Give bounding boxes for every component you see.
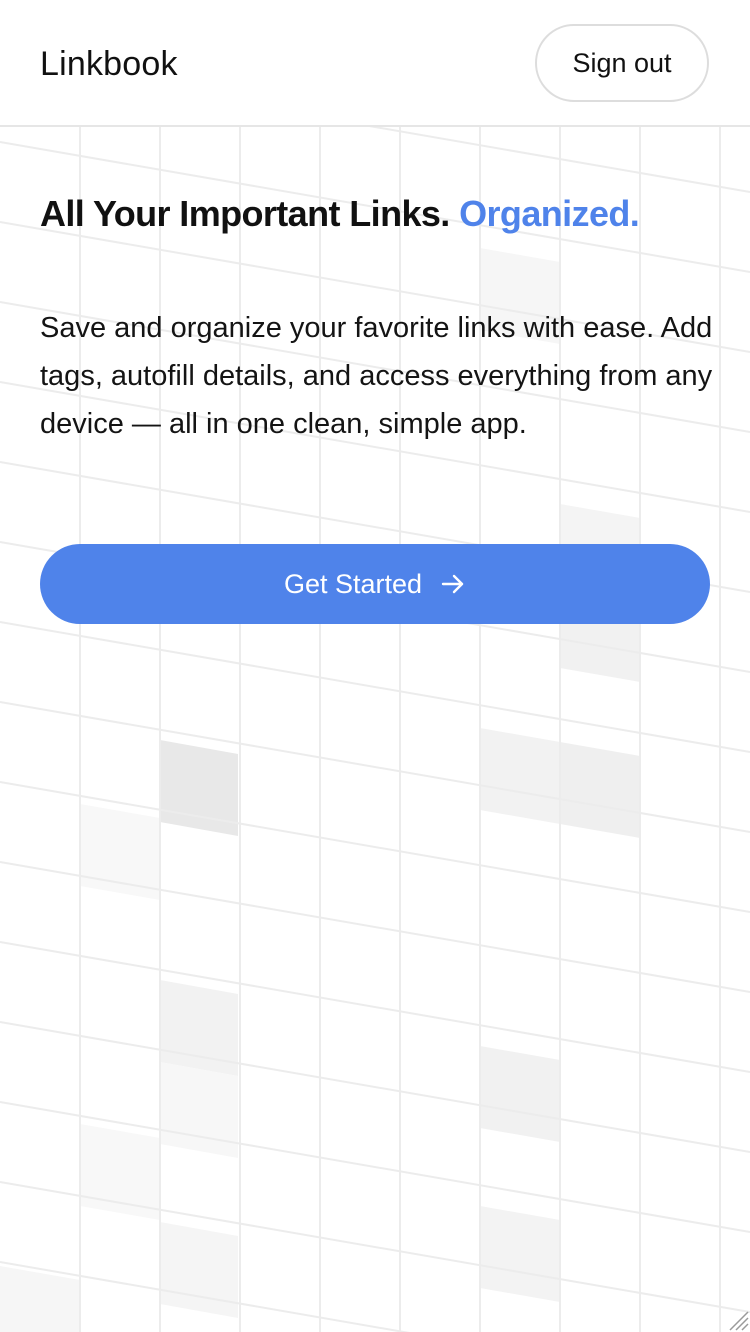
headline-text: All Your Important Links. — [40, 193, 450, 234]
sign-out-button[interactable]: Sign out — [535, 24, 709, 102]
hero-section: All Your Important Links. Organized. Sav… — [40, 190, 720, 440]
brand-logo[interactable]: Linkbook — [40, 42, 178, 86]
headline-accent: Organized. — [459, 193, 640, 234]
top-navbar: Linkbook Sign out — [0, 0, 750, 127]
arrow-right-icon — [440, 571, 466, 597]
resize-grip-icon[interactable] — [724, 1306, 750, 1332]
hero-description: Save and organize your favorite links wi… — [40, 312, 713, 440]
get-started-label: Get Started — [283, 568, 423, 599]
hero-headline: All Your Important Links. Organized. — [40, 190, 720, 238]
get-started-button[interactable]: Get Started — [40, 544, 710, 624]
landing-page: Linkbook Sign out All Your Important Lin… — [0, 0, 750, 1332]
